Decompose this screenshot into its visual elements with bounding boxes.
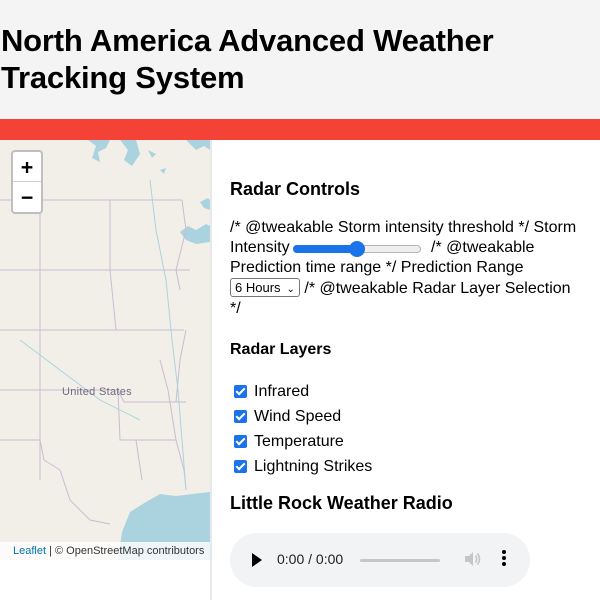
layer-label: Lightning Strikes <box>254 457 373 475</box>
layer-wind-speed[interactable]: Wind Speed <box>234 404 372 429</box>
layer-temperature[interactable]: Temperature <box>234 429 372 454</box>
radar-layers-list: Infrared Wind Speed Temperature Lightnin… <box>234 379 372 479</box>
kebab-menu-icon[interactable] <box>502 550 506 570</box>
layer-temperature-checkbox[interactable] <box>234 435 247 448</box>
map-footer-space <box>0 560 210 600</box>
layer-lightning-strikes-checkbox[interactable] <box>234 460 247 473</box>
prediction-range-label: Prediction Range <box>400 259 524 276</box>
zoom-out-button[interactable]: − <box>13 182 41 212</box>
weather-radio-heading: Little Rock Weather Radio <box>230 493 453 513</box>
panel-divider <box>210 140 212 600</box>
audio-player: 0:00 / 0:00 <box>230 533 530 587</box>
layer-infrared-checkbox[interactable] <box>234 385 247 398</box>
prediction-range-value: 6 Hours <box>235 280 281 295</box>
radar-controls-body: /* @tweakable Storm intensity threshold … <box>230 218 580 319</box>
layer-label: Wind Speed <box>254 407 342 425</box>
layer-infrared[interactable]: Infrared <box>234 379 372 404</box>
layer-wind-speed-checkbox[interactable] <box>234 410 247 423</box>
map-attribution: Leaflet | © OpenStreetMap contributors <box>0 542 210 560</box>
audio-time: 0:00 / 0:00 <box>277 551 344 567</box>
speaker-icon[interactable] <box>462 549 482 569</box>
layer-label: Temperature <box>254 432 344 450</box>
tweak-comment-storm: /* @tweakable Storm intensity threshold … <box>230 219 530 236</box>
map-country-label: United States <box>62 386 132 398</box>
radar-controls-heading: Radar Controls <box>230 179 361 199</box>
play-icon[interactable] <box>252 553 262 567</box>
accent-bar <box>0 119 600 140</box>
storm-intensity-slider[interactable] <box>292 240 421 257</box>
zoom-control: + − <box>11 150 43 214</box>
slider-thumb[interactable] <box>348 240 365 257</box>
radar-layers-heading: Radar Layers <box>230 341 332 358</box>
attribution-text: | © OpenStreetMap contributors <box>46 545 205 557</box>
weather-map[interactable]: + − United States Leaflet | © OpenStreet… <box>0 140 210 560</box>
prediction-range-select[interactable]: 6 Hours ⌄ <box>230 278 300 297</box>
zoom-in-button[interactable]: + <box>13 152 41 182</box>
layer-label: Infrared <box>254 382 310 400</box>
layer-lightning-strikes[interactable]: Lightning Strikes <box>234 454 372 479</box>
page-header: North America Advanced Weather Tracking … <box>0 0 600 119</box>
audio-progress-bar[interactable] <box>360 559 440 562</box>
chevron-down-icon: ⌄ <box>286 284 295 295</box>
page-title: North America Advanced Weather Tracking … <box>1 23 494 95</box>
leaflet-link[interactable]: Leaflet <box>13 545 46 557</box>
